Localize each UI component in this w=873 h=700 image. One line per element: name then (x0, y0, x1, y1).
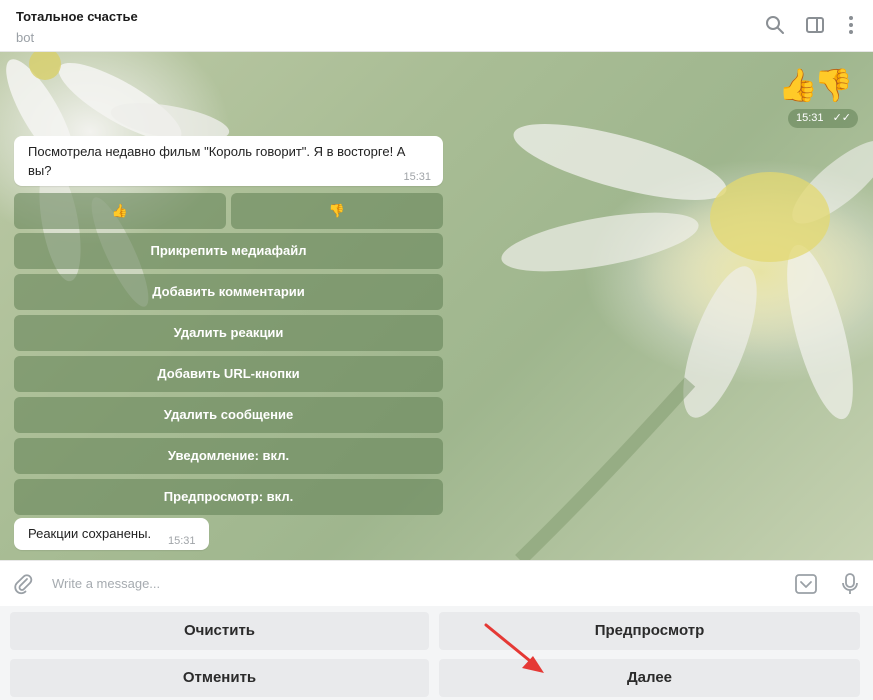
reaction-like-button[interactable]: 👍 (14, 193, 226, 229)
chat-title[interactable]: Тотальное счастье (16, 9, 138, 24)
clear-button[interactable]: Очистить (10, 612, 429, 650)
reply-keyboard: Очистить Предпросмотр Отменить Далее (0, 606, 873, 700)
cancel-button[interactable]: Отменить (10, 659, 429, 697)
microphone-icon[interactable] (838, 572, 862, 596)
remove-reactions-button[interactable]: Удалить реакции (14, 315, 443, 351)
preview-button[interactable]: Предпросмотр (439, 612, 860, 650)
saved-message-bubble[interactable]: Реакции сохранены. 15:31 (14, 518, 209, 550)
bot-keyboard-icon[interactable] (794, 573, 818, 595)
notification-toggle-button[interactable]: Уведомление: вкл. (14, 438, 443, 474)
message-text-line2: вы? (28, 163, 52, 178)
chat-header: Тотальное счастье bot (0, 0, 873, 52)
search-icon[interactable] (764, 14, 786, 36)
next-button[interactable]: Далее (439, 659, 860, 697)
read-checks-icon: ✓✓ (832, 112, 851, 124)
sticker-time: 15:31 ✓✓ (788, 109, 858, 128)
delete-message-button[interactable]: Удалить сообщение (14, 397, 443, 433)
reaction-dislike-button[interactable]: 👎 (231, 193, 443, 229)
message-input[interactable]: Write a message... (52, 576, 160, 591)
saved-message-text: Реакции сохранены. (28, 526, 152, 541)
add-comments-button[interactable]: Добавить комментарии (14, 274, 443, 310)
chat-area[interactable]: 👍👎 15:31 ✓✓ Посмотрела недавно фильм "Ко… (0, 52, 873, 560)
sidebar-toggle-icon[interactable] (804, 14, 826, 36)
saved-message-time: 15:31 (168, 535, 196, 547)
message-time: 15:31 (403, 171, 431, 183)
more-icon[interactable] (840, 14, 862, 36)
message-composer: Write a message... (0, 560, 873, 606)
chat-subtitle: bot (16, 30, 35, 45)
attach-media-button[interactable]: Прикрепить медиафайл (14, 233, 443, 269)
message-text-line1: Посмотрела недавно фильм "Король говорит… (28, 144, 406, 159)
attach-icon[interactable] (12, 573, 34, 595)
sticker-thumbs[interactable]: 👍👎 (778, 66, 860, 110)
sticker-time-text: 15:31 (796, 112, 824, 124)
preview-toggle-button[interactable]: Предпросмотр: вкл. (14, 479, 443, 515)
message-bubble[interactable]: Посмотрела недавно фильм "Король говорит… (14, 136, 443, 186)
add-url-buttons-button[interactable]: Добавить URL-кнопки (14, 356, 443, 392)
